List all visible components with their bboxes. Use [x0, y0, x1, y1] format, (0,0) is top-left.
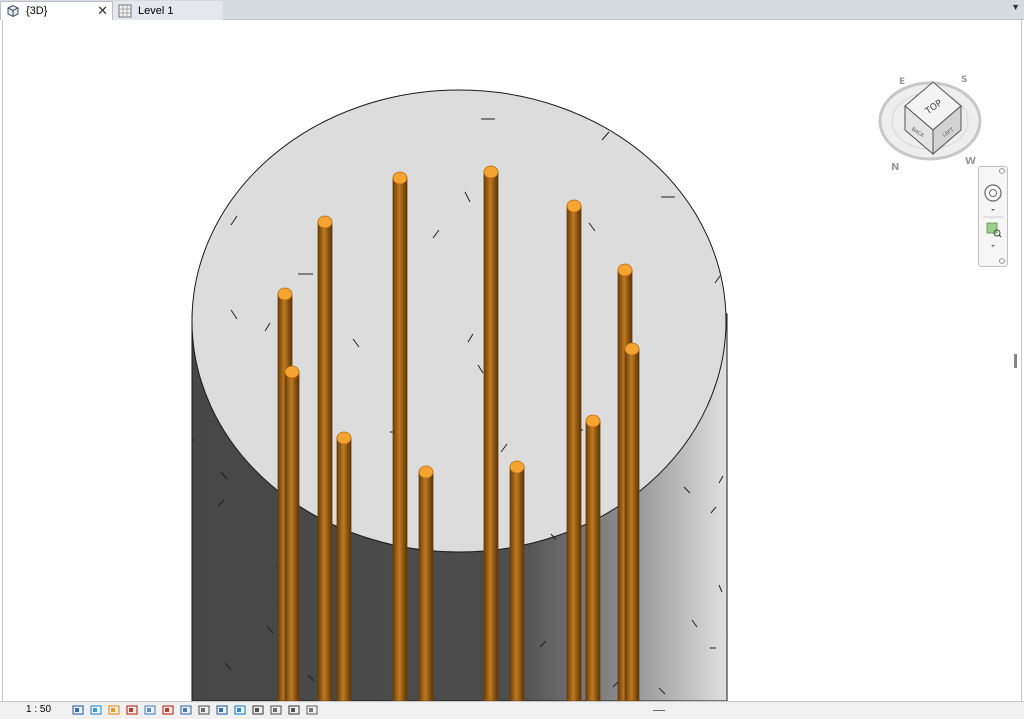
- rebar[interactable]: [317, 215, 333, 701]
- crop-view-icon[interactable]: [144, 704, 157, 716]
- 3d-view-icon: [7, 4, 19, 18]
- compass-w: W: [965, 156, 976, 167]
- chevron-down-icon[interactable]: ▼: [1011, 2, 1020, 12]
- steering-wheel-icon[interactable]: [984, 184, 1002, 202]
- tab-level-1-label: Level 1: [138, 4, 174, 17]
- compass-s: S: [961, 75, 967, 85]
- 3d-viewport[interactable]: TOP BACK LEFT S W N E: [2, 20, 1022, 701]
- temporary-hide-icon[interactable]: [198, 704, 211, 716]
- rebar[interactable]: [509, 460, 525, 701]
- rebar[interactable]: [624, 342, 640, 701]
- compass-e: E: [899, 77, 905, 87]
- navigation-bar: [978, 166, 1008, 267]
- horizontal-scrollbar[interactable]: [653, 710, 665, 711]
- chevron-down-icon: [991, 245, 995, 247]
- reveal-hidden-icon[interactable]: [216, 704, 229, 716]
- worksharing-icon[interactable]: [288, 704, 301, 716]
- sun-path-icon[interactable]: [108, 704, 121, 716]
- unlock-3d-icon[interactable]: [180, 704, 193, 716]
- close-icon: [999, 168, 1005, 174]
- view-tab-bar: {3D} ✕ Level 1 ▼: [0, 0, 1024, 20]
- rebar[interactable]: [566, 199, 582, 701]
- highlight-displacement-icon[interactable]: [270, 704, 283, 716]
- view-control-bar: 1 : 50: [0, 701, 1024, 719]
- detail-level-icon[interactable]: [72, 704, 85, 716]
- lock-view-icon[interactable]: [234, 704, 247, 716]
- rebar[interactable]: [483, 165, 499, 701]
- rebar[interactable]: [585, 414, 601, 701]
- view-scale[interactable]: 1 : 50: [26, 704, 51, 715]
- analysis-icon[interactable]: [252, 704, 265, 716]
- tab-3d-view[interactable]: {3D} ✕: [0, 1, 113, 20]
- floor-plan-icon: [118, 4, 132, 17]
- close-icon[interactable]: ✕: [97, 3, 108, 19]
- options-icon: [999, 258, 1005, 264]
- shadows-icon[interactable]: [126, 704, 139, 716]
- viewcube[interactable]: TOP BACK LEFT S W N E: [873, 66, 993, 186]
- zoom-icon[interactable]: [986, 222, 1002, 238]
- vertical-scrollbar[interactable]: [1014, 354, 1017, 368]
- rebar[interactable]: [336, 431, 352, 701]
- design-options-icon[interactable]: [306, 704, 319, 716]
- tab-3d-label: {3D}: [26, 5, 48, 17]
- rebar[interactable]: [392, 171, 408, 701]
- visual-style-icon[interactable]: [90, 704, 103, 716]
- column-model[interactable]: [3, 20, 1022, 701]
- compass-n: N: [891, 162, 899, 173]
- chevron-down-icon: [991, 209, 995, 211]
- rebar[interactable]: [418, 465, 434, 701]
- show-crop-icon[interactable]: [162, 704, 175, 716]
- column-top-face: [191, 89, 727, 553]
- rebar[interactable]: [284, 365, 300, 701]
- tab-level-1[interactable]: Level 1: [113, 1, 223, 20]
